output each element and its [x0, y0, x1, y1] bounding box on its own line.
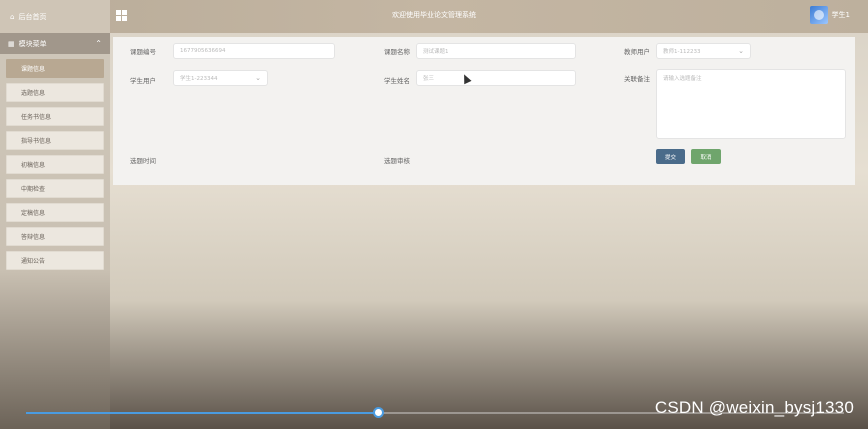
- topic-no-label: 课题编号: [130, 48, 156, 56]
- sidebar-item[interactable]: 中期检查: [6, 179, 104, 198]
- submit-button[interactable]: 提交: [656, 149, 685, 164]
- teacher-account-label: 教师用户: [624, 48, 650, 56]
- topic-name-label: 课题名称: [384, 48, 410, 56]
- student-name-field[interactable]: 张三: [416, 70, 576, 86]
- sidebar-item[interactable]: 答辩信息: [6, 227, 104, 246]
- teacher-account-value: 教师1-112233: [663, 49, 701, 55]
- sidebar: ▦ 模块菜单 ⌃ 课题信息选题信息任务书信息指导书信息初稿信息中期检查定稿信息答…: [0, 33, 110, 429]
- chevron-up-icon: ⌃: [95, 39, 102, 48]
- sidebar-item[interactable]: 定稿信息: [6, 203, 104, 222]
- topic-form: 课题编号 1677905636694 课题名称 测试课题1 教师用户 教师1-1…: [113, 37, 855, 185]
- select-review-label: 选题审核: [384, 157, 410, 165]
- top-bar: ⌂ 后台首页 欢迎使用毕业论文管理系统 学生1: [0, 0, 868, 33]
- student-account-value: 学生1-223344: [180, 76, 218, 82]
- student-name-value: 张三: [423, 76, 435, 82]
- remark-label: 关联备注: [624, 75, 650, 83]
- sidebar-item[interactable]: 初稿信息: [6, 155, 104, 174]
- user-name: 学生1: [831, 11, 850, 19]
- sidebar-menu-header[interactable]: ▦ 模块菜单 ⌃: [0, 33, 110, 54]
- student-account-select[interactable]: 学生1-223344 ⌄: [173, 70, 268, 86]
- topic-name-value: 测试课题1: [423, 49, 449, 55]
- remark-textarea[interactable]: 请输入选题备注: [656, 69, 846, 139]
- topic-name-field[interactable]: 测试课题1: [416, 43, 576, 59]
- student-account-label: 学生用户: [130, 77, 156, 85]
- student-name-label: 学生姓名: [384, 77, 410, 85]
- cancel-button[interactable]: 取消: [691, 149, 721, 164]
- sidebar-item[interactable]: 选题信息: [6, 83, 104, 102]
- teacher-account-select[interactable]: 教师1-112233 ⌄: [656, 43, 751, 59]
- sidebar-item[interactable]: 通知公告: [6, 251, 104, 270]
- grid-icon: ▦: [8, 39, 15, 48]
- page-title: 欢迎使用毕业论文管理系统: [392, 11, 476, 19]
- video-progress-fill: [26, 412, 378, 414]
- topic-no-value: 1677905636694: [180, 48, 226, 54]
- chevron-down-icon: ⌄: [738, 47, 744, 55]
- watermark: CSDN @weixin_bysj1330: [654, 398, 854, 417]
- video-progress-handle[interactable]: [373, 407, 384, 418]
- remark-placeholder: 请输入选题备注: [663, 76, 702, 82]
- sidebar-item[interactable]: 任务书信息: [6, 107, 104, 126]
- chevron-down-icon: ⌄: [255, 74, 261, 82]
- sidebar-item[interactable]: 课题信息: [6, 59, 104, 78]
- sidebar-item[interactable]: 指导书信息: [6, 131, 104, 150]
- sidebar-menu-title: 模块菜单: [18, 39, 47, 48]
- avatar: [809, 6, 828, 24]
- user-menu[interactable]: 学生1: [809, 6, 850, 24]
- select-time-label: 选题时间: [130, 157, 156, 165]
- topic-no-field[interactable]: 1677905636694: [173, 43, 335, 59]
